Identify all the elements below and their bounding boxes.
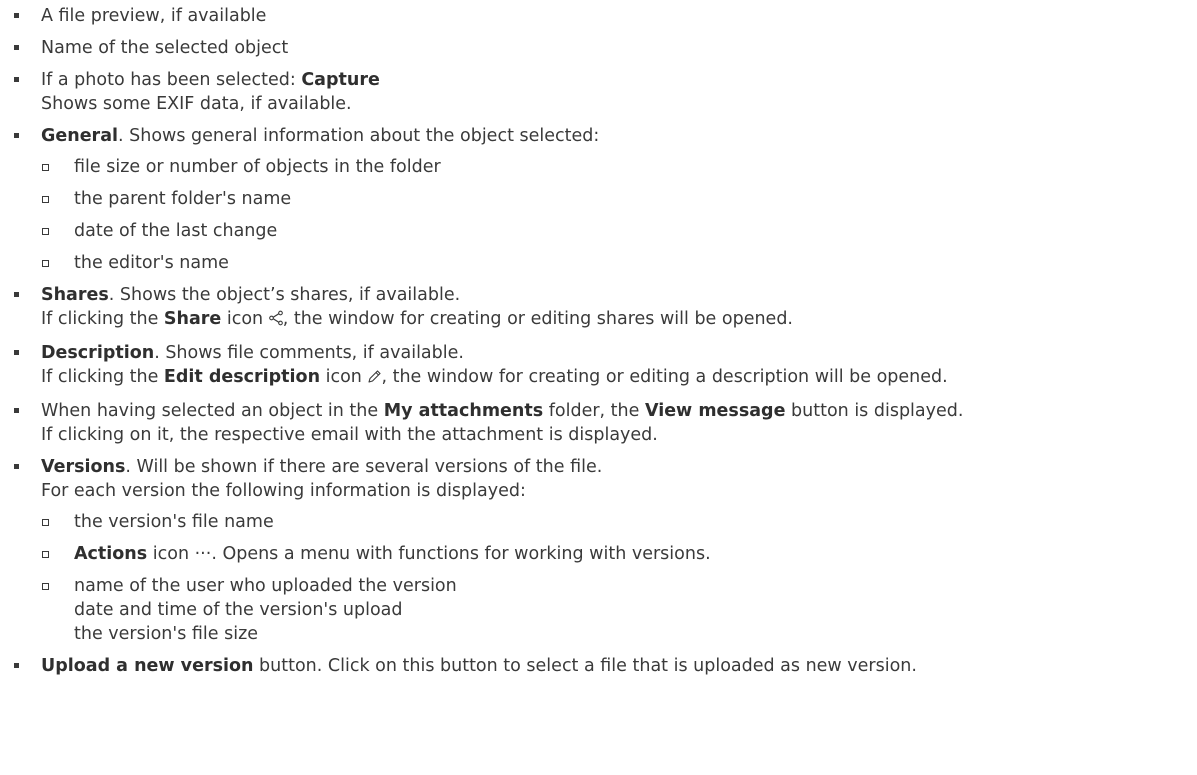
more-icon: ··· — [194, 544, 212, 564]
info-list: A file preview, if available Name of the… — [0, 4, 1197, 678]
share-icon — [268, 309, 283, 333]
list-item-upload: Upload a new version button. Click on th… — [0, 654, 1197, 678]
general-sublist: file size or number of objects in the fo… — [41, 155, 1197, 275]
pencil-icon — [367, 367, 382, 391]
upload-label: Upload a new version — [41, 656, 254, 676]
list-item-general: General. Shows general information about… — [0, 124, 1197, 275]
sub-item: the parent folder's name — [41, 187, 1197, 211]
sub-item: date of the last change — [41, 219, 1197, 243]
list-item-description: Description. Shows file comments, if ava… — [0, 341, 1197, 391]
sub-item: file size or number of objects in the fo… — [41, 155, 1197, 179]
shares-label: Shares — [41, 285, 109, 305]
sub-item-uploader: name of the user who uploaded the versio… — [41, 574, 1197, 646]
sub-item: the version's file name — [41, 510, 1197, 534]
versions-sublist: the version's file name Actions icon ···… — [41, 510, 1197, 646]
list-item-photo: If a photo has been selected: Capture Sh… — [0, 68, 1197, 116]
sub-item-actions: Actions icon ···. Opens a menu with func… — [41, 542, 1197, 566]
sub-item: the editor's name — [41, 251, 1197, 275]
list-item-shares: Shares. Shows the object’s shares, if av… — [0, 283, 1197, 333]
description-label: Description — [41, 343, 155, 363]
general-label: General — [41, 126, 118, 146]
list-item-versions: Versions. Will be shown if there are sev… — [0, 455, 1197, 646]
capture-label: Capture — [301, 70, 380, 90]
list-item-name: Name of the selected object — [0, 36, 1197, 60]
list-item-preview: A file preview, if available — [0, 4, 1197, 28]
document: A file preview, if available Name of the… — [0, 0, 1197, 678]
versions-label: Versions — [41, 457, 126, 477]
list-item-attachments: When having selected an object in the My… — [0, 399, 1197, 447]
